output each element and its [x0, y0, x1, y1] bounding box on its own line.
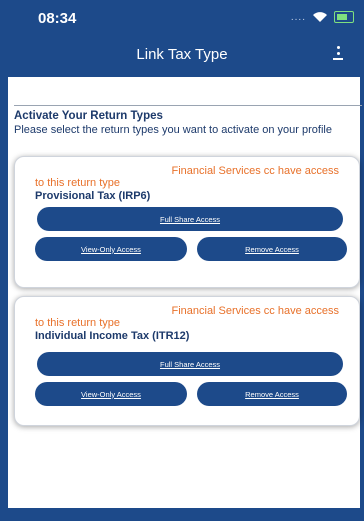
view-only-access-button[interactable]: View-Only Access [35, 237, 187, 261]
bottom-bar [0, 508, 364, 521]
return-type-name: Individual Income Tax (ITR12) [35, 330, 190, 342]
remove-access-button[interactable]: Remove Access [197, 382, 347, 406]
system-icons: .... [291, 11, 354, 23]
status-bar: 08:34 .... [0, 0, 364, 34]
app-bar: Link Tax Type [0, 34, 364, 77]
section-divider [14, 105, 362, 106]
section-description: Please select the return types you want … [14, 124, 332, 136]
view-only-access-button[interactable]: View-Only Access [35, 382, 187, 406]
menu-icon[interactable] [332, 46, 344, 64]
access-notice: Financial Services cc have access [171, 305, 339, 317]
battery-icon [334, 11, 354, 23]
access-notice-cont: to this return type [35, 317, 120, 329]
return-type-name: Provisional Tax (IRP6) [35, 190, 151, 202]
full-share-access-button[interactable]: Full Share Access [37, 207, 343, 231]
access-notice: Financial Services cc have access [171, 165, 339, 177]
section-title: Activate Your Return Types [14, 110, 163, 122]
menu-dot [336, 52, 340, 55]
access-notice-cont: to this return type [35, 177, 120, 189]
frame-left [0, 0, 8, 521]
return-type-card-irp6: Financial Services cc have access to thi… [14, 156, 360, 288]
signal-dots: .... [290, 11, 306, 23]
remove-access-button[interactable]: Remove Access [197, 237, 347, 261]
frame-right [360, 0, 364, 521]
page-title: Link Tax Type [136, 46, 228, 63]
return-type-card-itr12: Financial Services cc have access to thi… [14, 296, 360, 426]
wifi-icon [313, 12, 327, 22]
status-time: 08:34 [38, 10, 77, 27]
menu-underline [333, 58, 343, 60]
full-share-access-button[interactable]: Full Share Access [37, 352, 343, 376]
menu-dot [336, 46, 340, 49]
